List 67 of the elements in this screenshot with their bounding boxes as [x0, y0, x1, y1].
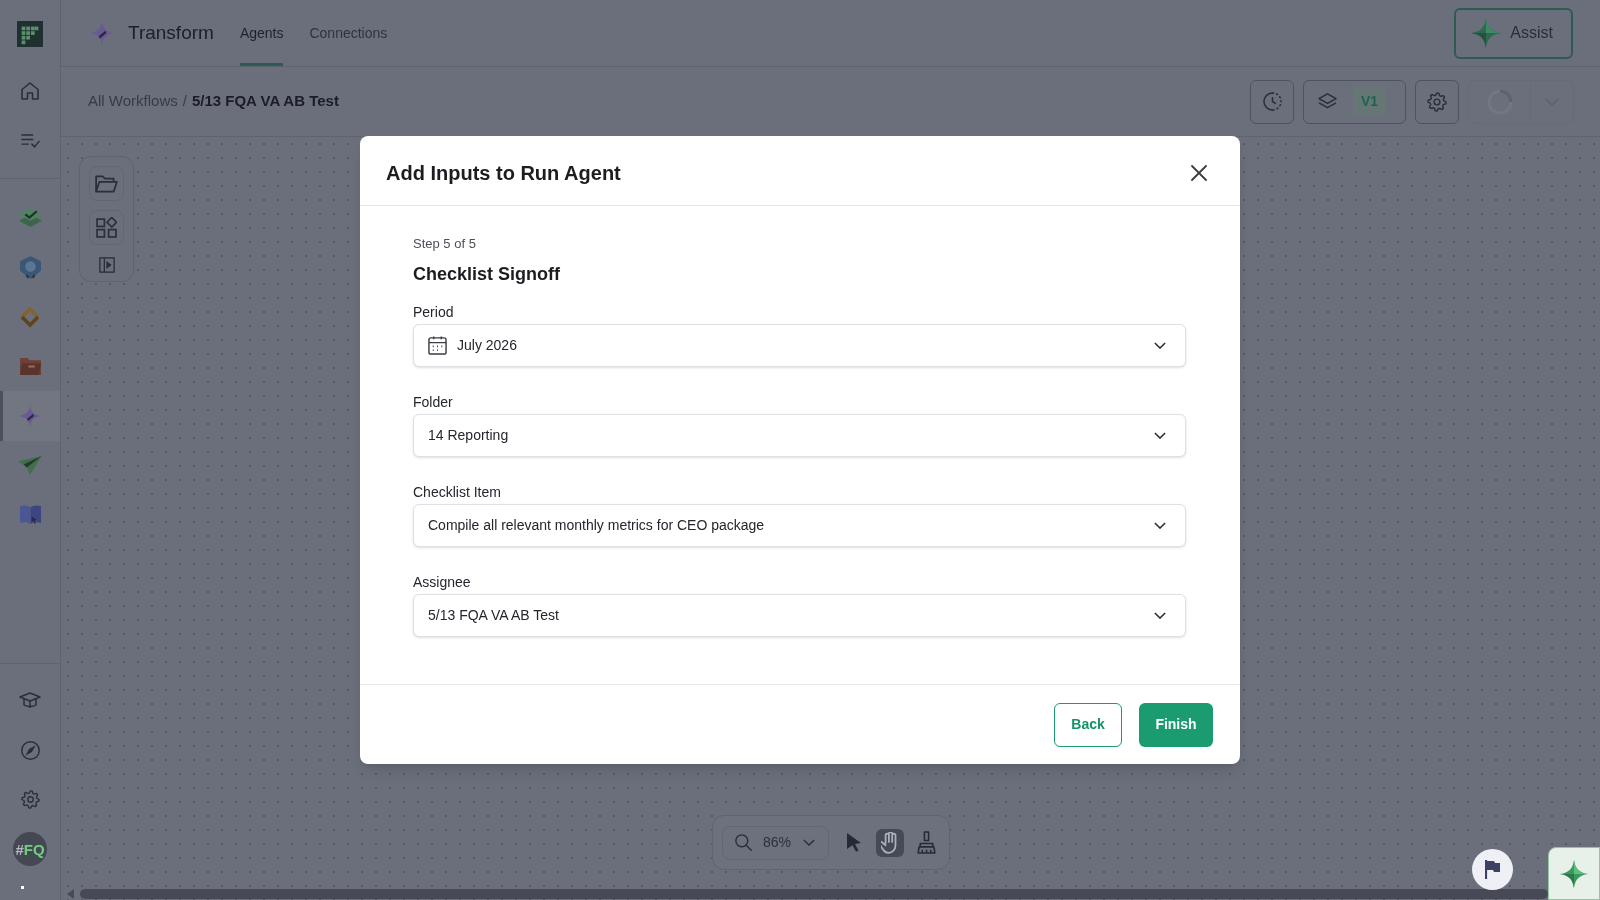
paper-plane-icon — [18, 455, 42, 475]
app-logo-icon[interactable] — [17, 21, 43, 47]
settings-icon — [1427, 91, 1447, 112]
dialog-title: Add Inputs to Run Agent — [386, 161, 621, 186]
step-indicator: Step 5 of 5 — [413, 236, 476, 252]
home-icon — [21, 82, 39, 100]
pan-button[interactable] — [876, 828, 904, 857]
compass-icon — [20, 740, 40, 760]
close-button[interactable] — [1191, 165, 1207, 181]
calendar-icon — [428, 336, 447, 355]
layers-icon — [1318, 93, 1337, 110]
chevron-down-icon — [1154, 342, 1166, 349]
folder-icon — [19, 357, 41, 375]
hand-icon — [881, 831, 899, 854]
assist-fab-button[interactable] — [1548, 847, 1600, 900]
breadcrumb-current: 5/13 FQA VA AB Test — [191, 91, 339, 112]
chevron-down-icon — [803, 839, 815, 846]
flag-icon — [1485, 860, 1500, 879]
chevron-down-icon — [1154, 612, 1166, 619]
diamond-icon — [19, 305, 41, 328]
zoom-control[interactable]: 86% — [722, 825, 829, 860]
open-folder-button[interactable] — [89, 166, 124, 201]
sparkle-logo-icon — [90, 21, 114, 45]
nav-tab[interactable]: Agents — [239, 0, 284, 66]
shapes-icon — [96, 217, 117, 238]
report-button[interactable] — [1472, 849, 1513, 890]
folder-icon — [95, 174, 118, 193]
breadcrumb-separator: / — [182, 91, 187, 112]
hexagon-badge-icon — [19, 255, 41, 279]
checklist-icon — [20, 132, 40, 148]
cursor-arrow-icon — [846, 833, 862, 852]
field-label: Checklist Item — [413, 483, 501, 501]
broom-icon — [916, 831, 936, 854]
settings-button[interactable] — [1415, 79, 1459, 124]
scrollbar-thumb[interactable] — [80, 889, 1548, 899]
assist-button[interactable]: Assist — [1454, 7, 1573, 59]
workspace-avatar[interactable]: #FQ — [13, 832, 47, 867]
sidebar-nav-button[interactable] — [0, 391, 60, 441]
finish-button[interactable]: Finish — [1139, 702, 1213, 747]
dropdown-field[interactable]: Compile all relevant monthly metrics for CEO package — [413, 504, 1186, 547]
chevron-down-icon — [1154, 432, 1166, 439]
settings-icon — [20, 790, 40, 810]
dropdown-field[interactable]: July 2026 — [413, 324, 1186, 367]
app-title: Transform — [128, 20, 214, 45]
sparkle-icon — [1560, 859, 1588, 888]
dropdown-field[interactable]: 14 Reporting — [413, 414, 1186, 457]
components-button[interactable] — [89, 210, 124, 245]
search-icon — [735, 834, 752, 851]
layers-check-icon — [17, 207, 43, 229]
book-icon — [19, 504, 41, 525]
scroll-left-icon[interactable] — [67, 889, 74, 899]
back-button[interactable]: Back — [1054, 702, 1122, 747]
field-label: Folder — [413, 393, 453, 411]
nav-tab[interactable]: Connections — [309, 0, 388, 66]
graduation-cap-icon — [19, 692, 41, 710]
sparkle-icon — [1471, 18, 1502, 48]
close-icon — [1191, 165, 1207, 181]
dropdown-field[interactable]: 5/13 FQA VA AB Test — [413, 594, 1186, 637]
field-label: Assignee — [413, 573, 471, 591]
chevron-down-icon — [1154, 522, 1166, 529]
history-button[interactable] — [1250, 79, 1294, 124]
field-label: Period — [413, 303, 454, 321]
panel-icon — [98, 257, 115, 273]
history-icon — [1262, 92, 1282, 111]
section-title: Checklist Signoff — [413, 263, 560, 285]
sparkle-icon — [19, 404, 41, 427]
version-badge: V1 — [1353, 87, 1387, 116]
